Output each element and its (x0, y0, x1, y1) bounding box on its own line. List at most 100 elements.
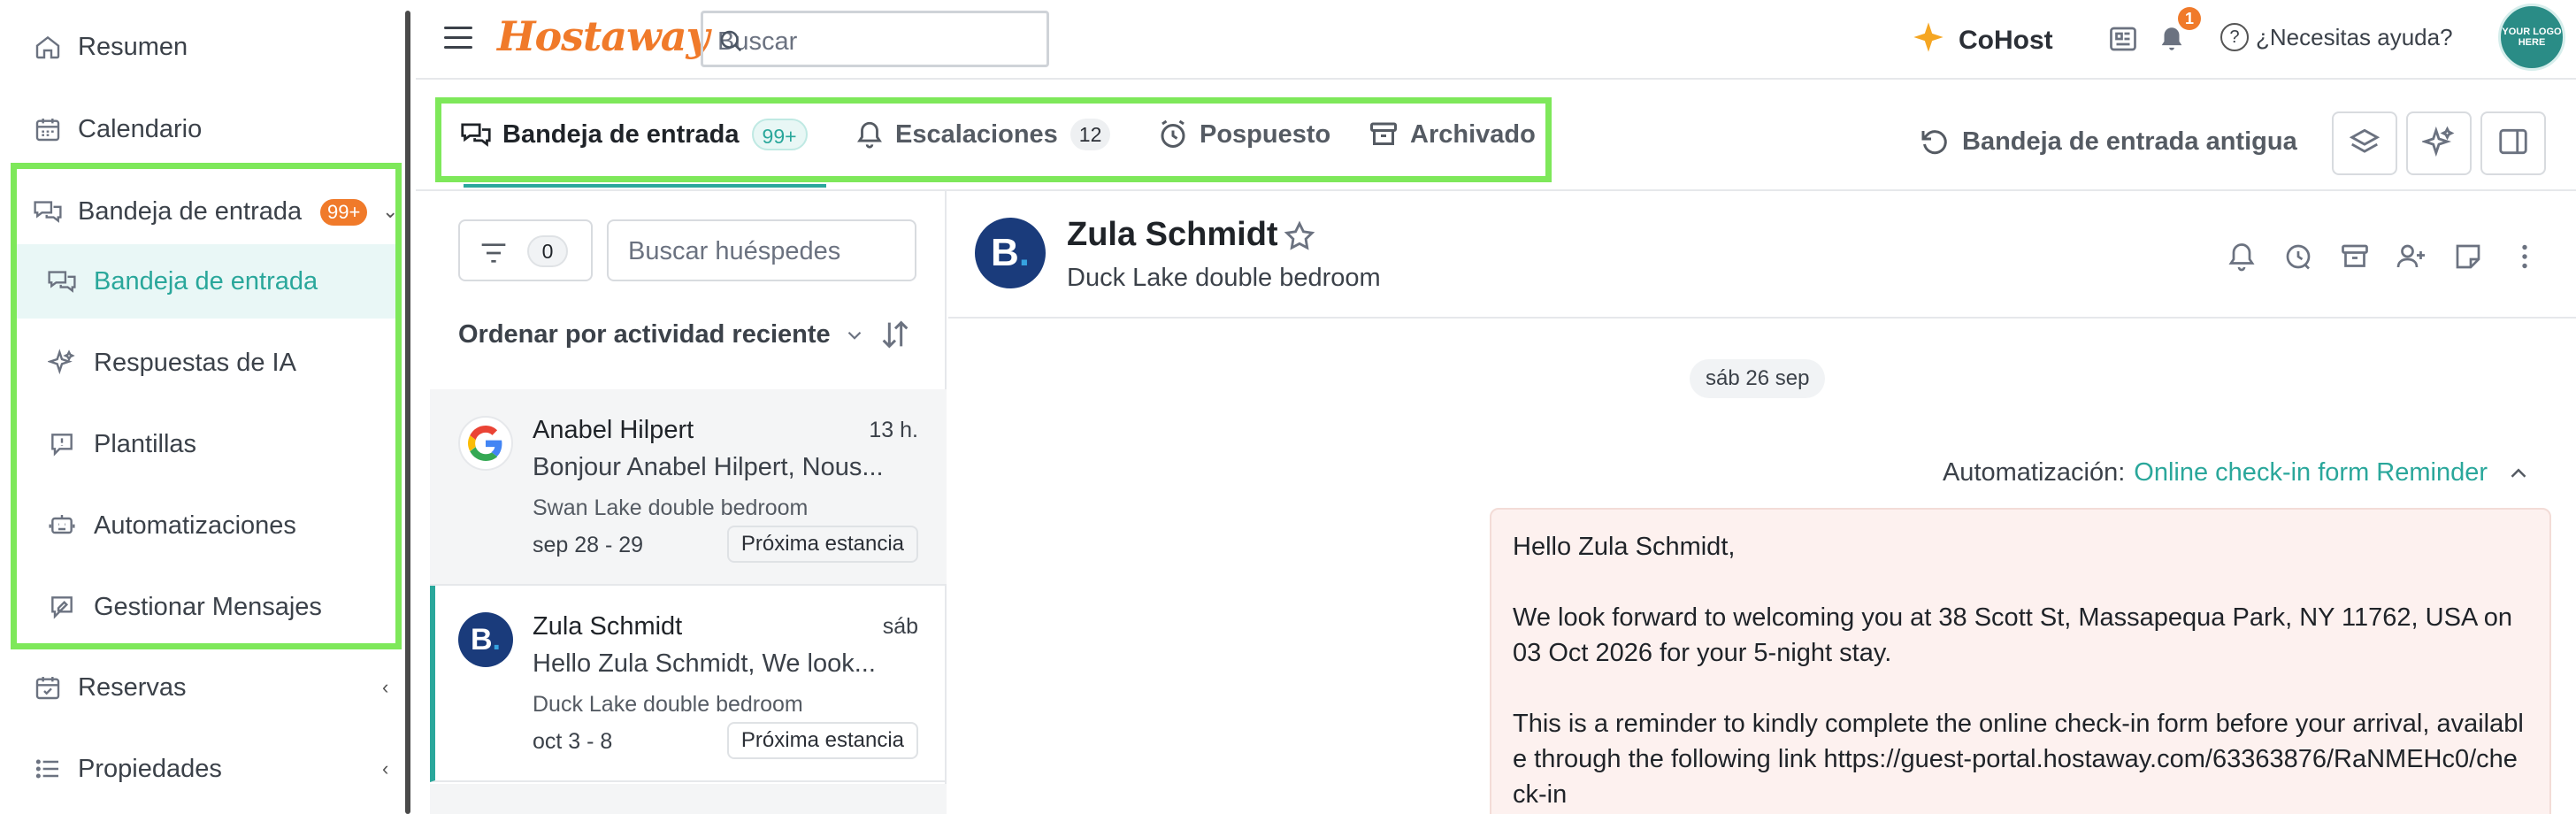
conversation-item-partial[interactable] (430, 784, 947, 814)
layers-button[interactable] (2332, 111, 2397, 175)
sidebar-item-inbox[interactable]: Bandeja de entrada 99+ ⌄ (0, 180, 402, 243)
chat-bubbles-icon (32, 196, 64, 227)
booking-channel-icon: B. (458, 612, 513, 667)
filter-count: 0 (527, 235, 568, 267)
snooze-clock-icon[interactable] (2279, 237, 2318, 276)
sidebar-subitem-templates[interactable]: Plantillas (16, 407, 398, 481)
tab-snoozed[interactable]: Pospuesto (1157, 119, 1330, 150)
conversation-time: sáb (882, 614, 918, 639)
template-message-icon (46, 428, 78, 460)
sparkles-icon (46, 347, 78, 379)
news-icon[interactable] (2107, 23, 2139, 59)
calendar-icon (32, 113, 64, 145)
conversation-item[interactable]: Anabel Hilpert 13 h. Bonjour Anabel Hilp… (430, 389, 947, 586)
home-icon (32, 31, 64, 63)
chevron-down-icon: ⌄ (382, 200, 399, 222)
chat-bubbles-icon (46, 265, 78, 297)
hamburger-menu-icon[interactable] (444, 27, 472, 50)
sparkles-icon (2420, 125, 2456, 163)
tab-inbox[interactable]: Bandeja de entrada 99+ (460, 119, 808, 150)
conversation-pane: B. Zula Schmidt Duck Lake double bedroom (948, 191, 2576, 814)
assign-user-icon[interactable] (2392, 237, 2431, 276)
stay-status-badge: Próxima estancia (726, 722, 918, 759)
filter-icon (479, 241, 508, 270)
alarm-clock-icon (1157, 119, 1189, 150)
sidebar-subitem-label: Automatizaciones (94, 511, 296, 540)
sidebar-subitem-label: Gestionar Mensajes (94, 592, 322, 621)
undo-icon (1918, 126, 1950, 157)
toggle-panel-button[interactable] (2480, 111, 2546, 175)
star-icon[interactable] (1283, 219, 1316, 257)
conversation-item[interactable]: B. Zula Schmidt sáb Hello Zula Schmidt, … (430, 586, 947, 782)
tab-label: Bandeja de entrada (502, 119, 740, 149)
sidebar-item-resumen[interactable]: Resumen (0, 15, 402, 79)
filter-button[interactable]: 0 (458, 219, 593, 281)
stay-dates: sep 28 - 29 (533, 533, 644, 557)
help-button[interactable]: ? ¿Necesitas ayuda? (2220, 23, 2453, 51)
channel-letter: B (990, 231, 1019, 274)
archive-icon[interactable] (2335, 237, 2374, 276)
cohost-button[interactable]: CoHost (1911, 19, 2053, 62)
chevron-up-icon[interactable] (2505, 460, 2532, 487)
old-inbox-link[interactable]: Bandeja de entrada antigua (1918, 126, 2297, 157)
chevron-down-icon (843, 324, 866, 347)
sort-label: Ordenar por actividad reciente (458, 320, 831, 349)
more-vertical-icon[interactable] (2505, 237, 2544, 276)
google-channel-icon (458, 416, 513, 471)
automation-link[interactable]: Online check-in form Reminder (2134, 458, 2488, 488)
message-paragraph: We look forward to welcoming you at 38 S… (1513, 603, 2512, 667)
sidebar-subitem-ai-replies[interactable]: Respuestas de IA (16, 326, 398, 400)
conversation-guest-name[interactable]: Zula Schmidt (1067, 216, 1278, 254)
avatar[interactable]: YOUR LOGO HERE (2498, 4, 2565, 71)
ai-sparkle-button[interactable] (2406, 111, 2472, 175)
tab-archived[interactable]: Archivado (1368, 119, 1536, 150)
sort-dropdown[interactable]: Ordenar por actividad reciente (458, 320, 866, 349)
message-greeting: Hello Zula Schmidt, (1513, 533, 1736, 561)
sidebar-item-calendario[interactable]: Calendario (0, 97, 402, 161)
sidebar-scrollbar[interactable] (405, 11, 410, 814)
bell-outline-icon[interactable] (2222, 237, 2261, 276)
conversation-listing[interactable]: Duck Lake double bedroom (1067, 264, 1381, 293)
search-icon[interactable] (717, 27, 1034, 61)
tab-label: Escalaciones (895, 119, 1058, 149)
calendar-check-icon (32, 672, 64, 703)
global-search-input[interactable]: Buscar (701, 11, 1049, 67)
sidebar-item-propiedades[interactable]: Propiedades ‹ (0, 737, 402, 801)
stay-status-badge: Próxima estancia (726, 526, 918, 563)
sort-direction-icon[interactable] (878, 317, 913, 357)
question-icon: ? (2220, 23, 2249, 51)
bell-outline-icon (855, 119, 885, 150)
sidebar-item-reservas[interactable]: Reservas ‹ (0, 656, 402, 719)
conversation-actions (2222, 237, 2544, 276)
tab-label: Pospuesto (1200, 119, 1331, 149)
active-tab-underline (464, 184, 826, 188)
chat-bubbles-icon (460, 119, 492, 150)
notification-count-badge: 1 (2178, 7, 2201, 30)
message-bubble: Hello Zula Schmidt, We look forward to w… (1490, 508, 2551, 814)
sidebar-subitem-label: Plantillas (94, 429, 197, 458)
old-inbox-label: Bandeja de entrada antigua (1962, 127, 2297, 156)
property-name: Duck Lake double bedroom (533, 692, 803, 717)
sparkle-icon (1911, 19, 1946, 62)
bell-icon[interactable] (2157, 23, 2187, 59)
sidebar-item-label: Bandeja de entrada (78, 196, 303, 226)
sidebar-subitem-manage[interactable]: Gestionar Mensajes (16, 570, 398, 644)
sidebar-subitem-label: Bandeja de entrada (94, 266, 318, 296)
guest-search-input[interactable]: Buscar huéspedes (607, 219, 916, 281)
message-preview: Bonjour Anabel Hilpert, Nous... (533, 453, 884, 481)
booking-channel-icon: B. (975, 218, 1046, 288)
tab-label: Archivado (1410, 119, 1536, 149)
hostaway-logo[interactable]: Hostaway (497, 12, 709, 60)
conversation-time: 13 h. (869, 418, 918, 442)
note-icon[interactable] (2449, 237, 2488, 276)
guest-name: Anabel Hilpert (533, 416, 694, 444)
sidebar-subitem-automations[interactable]: Automatizaciones (16, 488, 398, 563)
chevron-left-icon: ‹ (382, 676, 389, 698)
side-panel-icon (2496, 125, 2530, 163)
tab-escalations[interactable]: Escalaciones 12 (855, 119, 1111, 150)
sidebar-subitem-bandeja-active[interactable]: Bandeja de entrada (16, 244, 398, 319)
sidebar-item-label: Resumen (78, 32, 188, 61)
message-preview: Hello Zula Schmidt, We look... (533, 649, 876, 678)
robot-icon (46, 510, 78, 541)
sidebar-item-label: Propiedades (78, 754, 222, 783)
